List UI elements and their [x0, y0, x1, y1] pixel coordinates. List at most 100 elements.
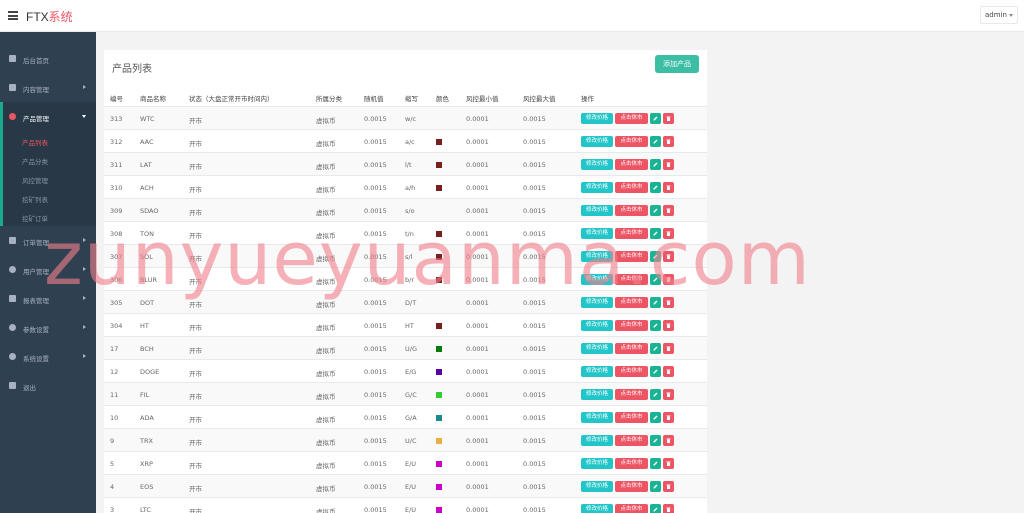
delete-button[interactable]: [663, 228, 674, 239]
edit-price-button[interactable]: 修改价格: [581, 504, 613, 513]
market-close-button[interactable]: 点击休市: [615, 251, 648, 262]
delete-button[interactable]: [663, 297, 674, 308]
pencil-icon: [653, 484, 658, 489]
market-close-button[interactable]: 点击休市: [615, 113, 648, 124]
color-swatch: [436, 369, 442, 375]
delete-button[interactable]: [663, 458, 674, 469]
edit-button[interactable]: [650, 297, 661, 308]
market-close-button[interactable]: 点击休市: [615, 504, 648, 513]
market-close-button[interactable]: 点击休市: [615, 435, 648, 446]
delete-button[interactable]: [663, 182, 674, 193]
market-close-button[interactable]: 点击休市: [615, 274, 648, 285]
edit-price-button[interactable]: 修改价格: [581, 481, 613, 492]
edit-button[interactable]: [650, 343, 661, 354]
edit-price-button[interactable]: 修改价格: [581, 297, 613, 308]
delete-button[interactable]: [663, 389, 674, 400]
edit-price-button[interactable]: 修改价格: [581, 458, 613, 469]
sidebar-item-content[interactable]: 内容管理: [0, 73, 96, 102]
edit-button[interactable]: [650, 159, 661, 170]
edit-price-button[interactable]: 修改价格: [581, 113, 613, 124]
submenu-item-mining-list[interactable]: 挖矿列表: [3, 188, 96, 207]
submenu-item-mining-orders[interactable]: 挖矿订单: [3, 207, 96, 226]
edit-price-button[interactable]: 修改价格: [581, 412, 613, 423]
sidebar-item-products[interactable]: 产品管理: [0, 102, 96, 131]
edit-button[interactable]: [650, 412, 661, 423]
sidebar-item-logout[interactable]: 退出: [0, 371, 96, 400]
delete-button[interactable]: [663, 251, 674, 262]
edit-price-button[interactable]: 修改价格: [581, 366, 613, 377]
edit-button[interactable]: [650, 458, 661, 469]
delete-button[interactable]: [663, 320, 674, 331]
edit-price-button[interactable]: 修改价格: [581, 343, 613, 354]
sidebar-item-orders[interactable]: 订单管理: [0, 226, 96, 255]
cell-abbr: E/U: [405, 506, 417, 513]
delete-button[interactable]: [663, 412, 674, 423]
delete-button[interactable]: [663, 136, 674, 147]
edit-button[interactable]: [650, 182, 661, 193]
delete-button[interactable]: [663, 435, 674, 446]
edit-button[interactable]: [650, 228, 661, 239]
cell-max: 0.0015: [523, 368, 546, 376]
trash-icon: [666, 185, 671, 190]
edit-button[interactable]: [650, 504, 661, 513]
edit-button[interactable]: [650, 366, 661, 377]
column-header: 随机值: [364, 95, 384, 103]
edit-price-button[interactable]: 修改价格: [581, 389, 613, 400]
delete-button[interactable]: [663, 159, 674, 170]
edit-price-button[interactable]: 修改价格: [581, 435, 613, 446]
submenu-item-risk-control[interactable]: 风控管理: [3, 169, 96, 188]
delete-button[interactable]: [663, 366, 674, 377]
delete-button[interactable]: [663, 481, 674, 492]
cell-status: 开市: [189, 186, 202, 194]
submenu-item-product-list[interactable]: 产品列表: [3, 131, 96, 150]
edit-button[interactable]: [650, 389, 661, 400]
market-close-button[interactable]: 点击休市: [615, 136, 648, 147]
color-swatch: [436, 185, 442, 191]
market-close-button[interactable]: 点击休市: [615, 366, 648, 377]
market-close-button[interactable]: 点击休市: [615, 182, 648, 193]
edit-price-button[interactable]: 修改价格: [581, 205, 613, 216]
market-close-button[interactable]: 点击休市: [615, 159, 648, 170]
edit-button[interactable]: [650, 205, 661, 216]
edit-price-button[interactable]: 修改价格: [581, 274, 613, 285]
market-close-button[interactable]: 点击休市: [615, 343, 648, 354]
edit-button[interactable]: [650, 274, 661, 285]
trash-icon: [666, 461, 671, 466]
delete-button[interactable]: [663, 274, 674, 285]
hamburger-menu-icon[interactable]: [8, 11, 18, 20]
edit-button[interactable]: [650, 320, 661, 331]
market-close-button[interactable]: 点击休市: [615, 458, 648, 469]
delete-button[interactable]: [663, 343, 674, 354]
edit-price-button[interactable]: 修改价格: [581, 182, 613, 193]
caret-down-icon: [1009, 14, 1013, 17]
delete-button[interactable]: [663, 205, 674, 216]
sidebar-item-reports[interactable]: 报表管理: [0, 284, 96, 313]
edit-button[interactable]: [650, 113, 661, 124]
sidebar-item-system[interactable]: 系统设置: [0, 342, 96, 371]
edit-button[interactable]: [650, 251, 661, 262]
add-product-button[interactable]: 添加产品: [655, 55, 699, 73]
sidebar-item-dashboard[interactable]: 后台首页: [0, 44, 96, 73]
cell-random: 0.0015: [364, 138, 387, 146]
edit-price-button[interactable]: 修改价格: [581, 136, 613, 147]
edit-price-button[interactable]: 修改价格: [581, 251, 613, 262]
edit-button[interactable]: [650, 435, 661, 446]
sidebar-item-users[interactable]: 用户管理: [0, 255, 96, 284]
edit-price-button[interactable]: 修改价格: [581, 320, 613, 331]
market-close-button[interactable]: 点击休市: [615, 412, 648, 423]
market-close-button[interactable]: 点击休市: [615, 389, 648, 400]
edit-price-button[interactable]: 修改价格: [581, 228, 613, 239]
market-close-button[interactable]: 点击休市: [615, 481, 648, 492]
edit-price-button[interactable]: 修改价格: [581, 159, 613, 170]
submenu-item-product-category[interactable]: 产品分类: [3, 150, 96, 169]
delete-button[interactable]: [663, 504, 674, 513]
market-close-button[interactable]: 点击休市: [615, 320, 648, 331]
sidebar-item-params[interactable]: 参数设置: [0, 313, 96, 342]
delete-button[interactable]: [663, 113, 674, 124]
market-close-button[interactable]: 点击休市: [615, 297, 648, 308]
edit-button[interactable]: [650, 481, 661, 492]
market-close-button[interactable]: 点击休市: [615, 205, 648, 216]
edit-button[interactable]: [650, 136, 661, 147]
market-close-button[interactable]: 点击休市: [615, 228, 648, 239]
user-dropdown[interactable]: admin: [980, 6, 1018, 24]
